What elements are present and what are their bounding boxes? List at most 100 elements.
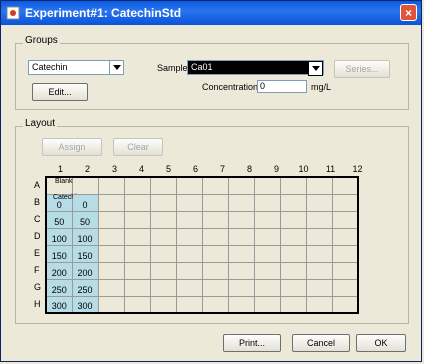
well-cell[interactable] bbox=[97, 193, 125, 212]
concentration-input[interactable]: 0 bbox=[257, 80, 307, 93]
well-cell[interactable] bbox=[227, 261, 255, 280]
well-cell[interactable] bbox=[97, 227, 125, 246]
series-button[interactable]: Series... bbox=[334, 60, 390, 78]
well-cell[interactable] bbox=[149, 244, 177, 263]
row-header[interactable]: G bbox=[34, 282, 44, 292]
chevron-down-icon[interactable] bbox=[308, 61, 323, 76]
well-cell[interactable] bbox=[123, 227, 151, 246]
well-cell[interactable] bbox=[175, 176, 203, 195]
well-cell[interactable]: Blank bbox=[45, 176, 73, 195]
well-cell[interactable] bbox=[331, 193, 359, 212]
column-header[interactable]: 12 bbox=[344, 164, 371, 174]
well-cell[interactable] bbox=[97, 210, 125, 229]
well-cell[interactable] bbox=[201, 295, 229, 314]
well-cell[interactable] bbox=[253, 261, 281, 280]
well-cell[interactable] bbox=[279, 295, 307, 314]
well-cell[interactable] bbox=[175, 210, 203, 229]
well-cell[interactable] bbox=[149, 227, 177, 246]
well-cell[interactable]: 50 bbox=[45, 210, 73, 229]
well-cell[interactable] bbox=[175, 261, 203, 280]
well-cell[interactable] bbox=[305, 176, 333, 195]
well-cell[interactable] bbox=[123, 244, 151, 263]
well-cell[interactable] bbox=[331, 227, 359, 246]
close-button[interactable]: × bbox=[400, 4, 417, 21]
well-cell[interactable] bbox=[331, 261, 359, 280]
well-cell[interactable] bbox=[227, 278, 255, 297]
well-cell[interactable]: Catechin 0 bbox=[45, 193, 81, 212]
well-cell[interactable] bbox=[149, 210, 177, 229]
well-cell[interactable] bbox=[305, 278, 333, 297]
column-header[interactable]: 5 bbox=[155, 164, 182, 174]
well-cell[interactable] bbox=[175, 295, 203, 314]
well-cell[interactable] bbox=[253, 295, 281, 314]
edit-button[interactable]: Edit... bbox=[32, 83, 88, 101]
well-cell[interactable] bbox=[305, 210, 333, 229]
well-cell[interactable] bbox=[279, 244, 307, 263]
well-cell[interactable] bbox=[253, 244, 281, 263]
well-cell[interactable]: 0 bbox=[71, 193, 99, 212]
well-cell[interactable] bbox=[123, 193, 151, 212]
chevron-down-icon[interactable] bbox=[109, 61, 123, 74]
well-cell[interactable]: 50 bbox=[71, 210, 99, 229]
well-cell[interactable] bbox=[201, 278, 229, 297]
well-cell[interactable] bbox=[123, 295, 151, 314]
column-header[interactable]: 4 bbox=[128, 164, 155, 174]
well-cell[interactable] bbox=[201, 193, 229, 212]
well-cell[interactable] bbox=[253, 278, 281, 297]
column-header[interactable]: 9 bbox=[263, 164, 290, 174]
column-header[interactable]: 1 bbox=[47, 164, 74, 174]
well-cell[interactable]: 300 bbox=[45, 295, 73, 314]
row-header[interactable]: B bbox=[34, 197, 44, 207]
well-cell[interactable] bbox=[97, 244, 125, 263]
row-header[interactable]: D bbox=[34, 231, 44, 241]
well-cell[interactable] bbox=[279, 176, 307, 195]
well-cell[interactable] bbox=[227, 210, 255, 229]
well-cell[interactable] bbox=[175, 278, 203, 297]
well-cell[interactable]: 100 bbox=[71, 227, 99, 246]
row-header[interactable]: C bbox=[34, 214, 44, 224]
well-cell[interactable] bbox=[253, 193, 281, 212]
well-cell[interactable] bbox=[331, 278, 359, 297]
well-cell[interactable] bbox=[227, 193, 255, 212]
well-cell[interactable] bbox=[201, 227, 229, 246]
well-cell[interactable] bbox=[227, 295, 255, 314]
well-cell[interactable] bbox=[305, 261, 333, 280]
well-cell[interactable] bbox=[331, 244, 359, 263]
clear-button[interactable]: Clear bbox=[113, 138, 163, 156]
well-cell[interactable] bbox=[279, 193, 307, 212]
well-cell[interactable] bbox=[253, 227, 281, 246]
group-select[interactable]: Catechin bbox=[28, 60, 124, 75]
well-cell[interactable]: 300 bbox=[71, 295, 99, 314]
well-cell[interactable]: 200 bbox=[45, 261, 73, 280]
well-cell[interactable] bbox=[331, 295, 359, 314]
column-header[interactable]: 3 bbox=[101, 164, 128, 174]
column-header[interactable]: 8 bbox=[236, 164, 263, 174]
column-header[interactable]: 10 bbox=[290, 164, 317, 174]
well-cell[interactable] bbox=[175, 193, 203, 212]
well-cell[interactable]: 250 bbox=[45, 278, 73, 297]
well-cell[interactable] bbox=[331, 176, 359, 195]
well-cell[interactable]: 100 bbox=[45, 227, 73, 246]
assign-button[interactable]: Assign bbox=[42, 138, 102, 156]
print-button[interactable]: Print... bbox=[223, 334, 281, 352]
well-cell[interactable] bbox=[71, 176, 99, 195]
well-cell[interactable] bbox=[305, 193, 333, 212]
well-cell[interactable] bbox=[149, 193, 177, 212]
well-cell[interactable] bbox=[201, 244, 229, 263]
well-cell[interactable] bbox=[149, 278, 177, 297]
ok-button[interactable]: OK bbox=[356, 334, 406, 352]
well-cell[interactable] bbox=[201, 176, 229, 195]
well-cell[interactable] bbox=[201, 210, 229, 229]
well-cell[interactable]: 200 bbox=[71, 261, 99, 280]
well-cell[interactable] bbox=[253, 176, 281, 195]
column-header[interactable]: 11 bbox=[317, 164, 344, 174]
column-header[interactable]: 7 bbox=[209, 164, 236, 174]
well-cell[interactable] bbox=[149, 295, 177, 314]
well-cell[interactable] bbox=[227, 244, 255, 263]
well-cell[interactable]: 150 bbox=[45, 244, 73, 263]
well-cell[interactable] bbox=[97, 295, 125, 314]
well-cell[interactable] bbox=[279, 261, 307, 280]
column-header[interactable]: 2 bbox=[74, 164, 101, 174]
well-cell[interactable] bbox=[305, 295, 333, 314]
well-cell[interactable]: 250 bbox=[71, 278, 99, 297]
